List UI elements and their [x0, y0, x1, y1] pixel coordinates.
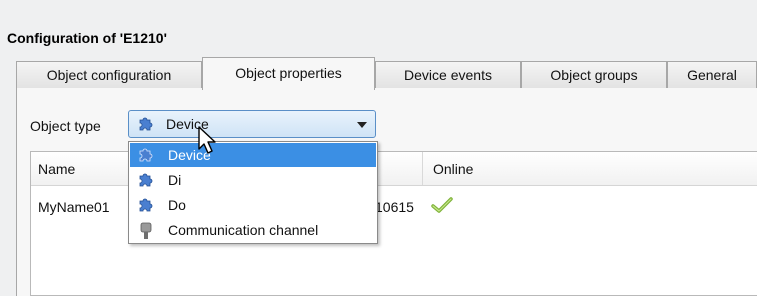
option-di[interactable]: Di — [130, 168, 376, 192]
tab-device-events[interactable]: Device events — [375, 61, 521, 88]
column-divider — [422, 152, 423, 185]
check-icon — [431, 197, 453, 213]
option-communication-channel[interactable]: Communication channel — [130, 218, 376, 242]
option-do[interactable]: Do — [130, 193, 376, 217]
tab-bar: Object configuration Object properties D… — [16, 57, 757, 90]
puzzle-icon — [139, 173, 153, 187]
column-header-name[interactable]: Name — [38, 161, 75, 177]
puzzle-icon — [139, 198, 153, 212]
tab-object-groups[interactable]: Object groups — [521, 61, 667, 88]
plug-icon — [140, 222, 152, 239]
chevron-down-icon — [357, 122, 367, 128]
tab-general[interactable]: General — [667, 61, 757, 88]
puzzle-icon — [139, 117, 153, 131]
tab-object-properties[interactable]: Object properties — [202, 57, 375, 90]
object-type-label: Object type — [30, 118, 101, 134]
mouse-cursor-icon — [198, 126, 216, 154]
option-label: Di — [168, 172, 182, 188]
column-header-online[interactable]: Online — [433, 161, 473, 177]
row-name: MyName01 — [38, 199, 110, 215]
object-type-select[interactable]: Device — [128, 110, 376, 138]
object-type-dropdown: Device Di Do Communication channel — [128, 141, 378, 244]
option-label: Do — [168, 197, 186, 213]
option-device[interactable]: Device — [130, 143, 376, 167]
puzzle-icon — [139, 148, 153, 162]
tab-object-configuration[interactable]: Object configuration — [16, 61, 202, 88]
option-label: Communication channel — [168, 222, 319, 238]
row-address: 10615 — [375, 199, 414, 215]
window-title: Configuration of 'E1210' — [7, 30, 167, 46]
